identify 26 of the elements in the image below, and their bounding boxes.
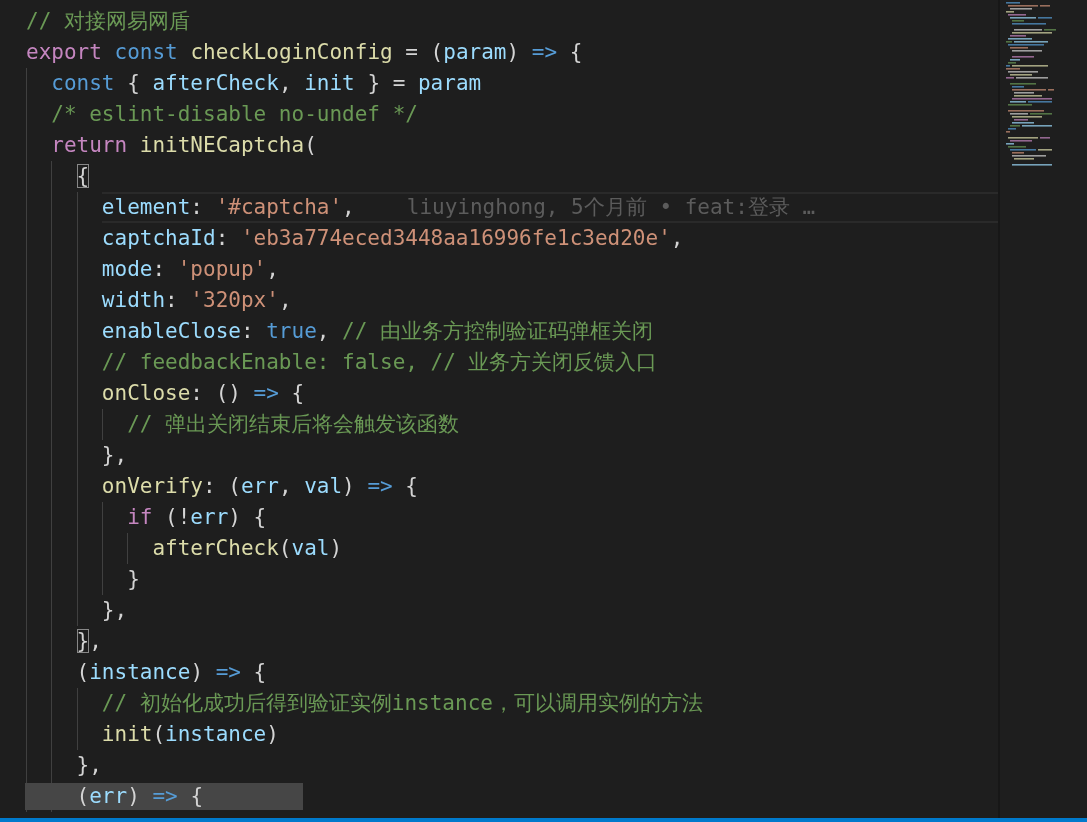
code-line: (instance) => { — [76, 659, 267, 686]
code-line: const { afterCheck, init } = param — [51, 70, 482, 97]
code-line: captchaId: 'eb3a774eced3448aa16996fe1c3ed20e', — [101, 225, 684, 252]
code-line: // feedbackEnable: false, // 业务方关闭反馈入口 — [101, 349, 658, 376]
blame-annotation: liuyinghong, 5个月前 • feat:登录 … — [406, 194, 816, 221]
code-line: // 对接网易网盾 — [26, 8, 190, 35]
code-line: enableClose: true, // 由业务方控制验证码弹框关闭 — [101, 318, 654, 345]
code-line: mode: 'popup', — [101, 256, 279, 283]
code-line: /* eslint-disable no-undef */ — [51, 101, 418, 128]
code-line: afterCheck(val) — [152, 535, 343, 562]
code-line: }, — [101, 597, 128, 624]
code-line: // 初始化成功后得到验证实例instance，可以调用实例的方法 — [101, 690, 703, 717]
code-line: }, — [76, 628, 102, 655]
code-line: width: '320px', — [101, 287, 292, 314]
code-line: element: '#captcha', — [101, 194, 355, 221]
code-line: // 弹出关闭结束后将会触发该函数 — [127, 411, 460, 438]
code-line: { — [76, 163, 90, 190]
code-line: }, — [76, 752, 102, 779]
code-line: onClose: () => { — [101, 380, 305, 407]
code-line: export const checkLoginConfig = (param) => { — [26, 39, 583, 66]
code-line: } — [127, 566, 140, 593]
code-line: if (!err) { — [127, 504, 267, 531]
code-line: return initNECaptcha( — [51, 132, 317, 159]
code-line: }, — [101, 442, 128, 469]
code-line: onVerify: (err, val) => { — [101, 473, 418, 500]
code-line: init(instance) — [101, 721, 279, 748]
